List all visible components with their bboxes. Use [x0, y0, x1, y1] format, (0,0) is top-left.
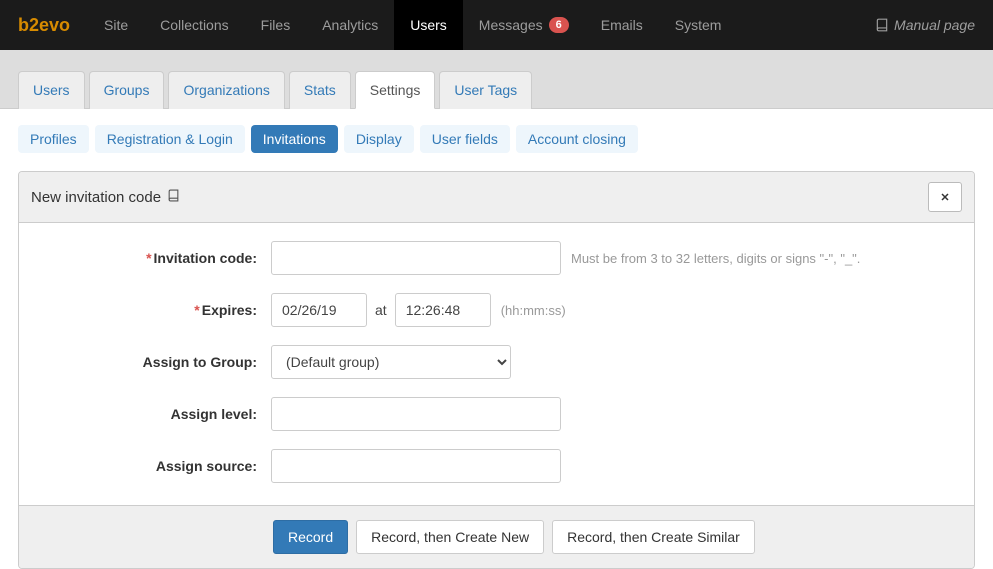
pill-account-closing[interactable]: Account closing [516, 125, 638, 153]
manual-page-label: Manual page [894, 17, 975, 33]
nav-files[interactable]: Files [245, 0, 307, 50]
messages-badge: 6 [549, 17, 569, 33]
row-source: Assign source: [41, 449, 952, 483]
panel-title: New invitation code [31, 189, 161, 206]
book-icon[interactable] [167, 189, 180, 206]
record-then-create-similar-button[interactable]: Record, then Create Similar [552, 520, 755, 554]
invitation-code-input[interactable] [271, 241, 561, 275]
expires-time-input[interactable] [395, 293, 491, 327]
row-group: Assign to Group: (Default group) [41, 345, 952, 379]
label-level: Assign level: [41, 406, 271, 422]
expires-at-label: at [375, 302, 387, 318]
assign-level-input[interactable] [271, 397, 561, 431]
brand-logo[interactable]: b2evo [0, 0, 88, 50]
assign-group-select[interactable]: (Default group) [271, 345, 511, 379]
nav-site[interactable]: Site [88, 0, 144, 50]
label-expires: *Expires: [41, 302, 271, 318]
label-invitation-code: *Invitation code: [41, 250, 271, 266]
nav-analytics[interactable]: Analytics [306, 0, 394, 50]
required-marker: * [194, 302, 199, 318]
tab-users[interactable]: Users [18, 71, 85, 109]
panel-header: New invitation code [19, 172, 974, 223]
row-invitation-code: *Invitation code: Must be from 3 to 32 l… [41, 241, 952, 275]
record-button[interactable]: Record [273, 520, 348, 554]
pill-display[interactable]: Display [344, 125, 414, 153]
help-expires: (hh:mm:ss) [501, 303, 566, 318]
tab-stats[interactable]: Stats [289, 71, 351, 109]
label-group: Assign to Group: [41, 354, 271, 370]
close-button[interactable] [928, 182, 962, 212]
tab-settings[interactable]: Settings [355, 71, 436, 109]
nav-messages[interactable]: Messages 6 [463, 0, 585, 50]
invitation-panel: New invitation code *Invitation code: Mu… [18, 171, 975, 569]
close-icon [939, 191, 951, 203]
tab-user-tags[interactable]: User Tags [439, 71, 532, 109]
required-marker: * [146, 250, 151, 266]
nav-users[interactable]: Users [394, 0, 463, 50]
pill-invitations[interactable]: Invitations [251, 125, 338, 153]
pill-registration-login[interactable]: Registration & Login [95, 125, 245, 153]
subnav: Users Groups Organizations Stats Setting… [0, 50, 993, 109]
tabs-primary: Users Groups Organizations Stats Setting… [18, 70, 975, 108]
assign-source-input[interactable] [271, 449, 561, 483]
pill-user-fields[interactable]: User fields [420, 125, 510, 153]
nav-system[interactable]: System [659, 0, 738, 50]
book-icon [875, 18, 889, 32]
tabs-secondary: Profiles Registration & Login Invitation… [18, 125, 975, 153]
panel-body: *Invitation code: Must be from 3 to 32 l… [19, 223, 974, 505]
label-source: Assign source: [41, 458, 271, 474]
tab-organizations[interactable]: Organizations [168, 71, 284, 109]
topnav: b2evo Site Collections Files Analytics U… [0, 0, 993, 50]
record-then-create-new-button[interactable]: Record, then Create New [356, 520, 544, 554]
content-area: Profiles Registration & Login Invitation… [0, 109, 993, 569]
manual-page-link[interactable]: Manual page [857, 0, 993, 50]
pill-profiles[interactable]: Profiles [18, 125, 89, 153]
panel-footer: Record Record, then Create New Record, t… [19, 505, 974, 568]
tab-groups[interactable]: Groups [89, 71, 165, 109]
nav-collections[interactable]: Collections [144, 0, 244, 50]
nav-emails[interactable]: Emails [585, 0, 659, 50]
row-expires: *Expires: at (hh:mm:ss) [41, 293, 952, 327]
nav-messages-label: Messages [479, 17, 543, 33]
row-level: Assign level: [41, 397, 952, 431]
help-invitation-code: Must be from 3 to 32 letters, digits or … [571, 251, 860, 266]
expires-date-input[interactable] [271, 293, 367, 327]
